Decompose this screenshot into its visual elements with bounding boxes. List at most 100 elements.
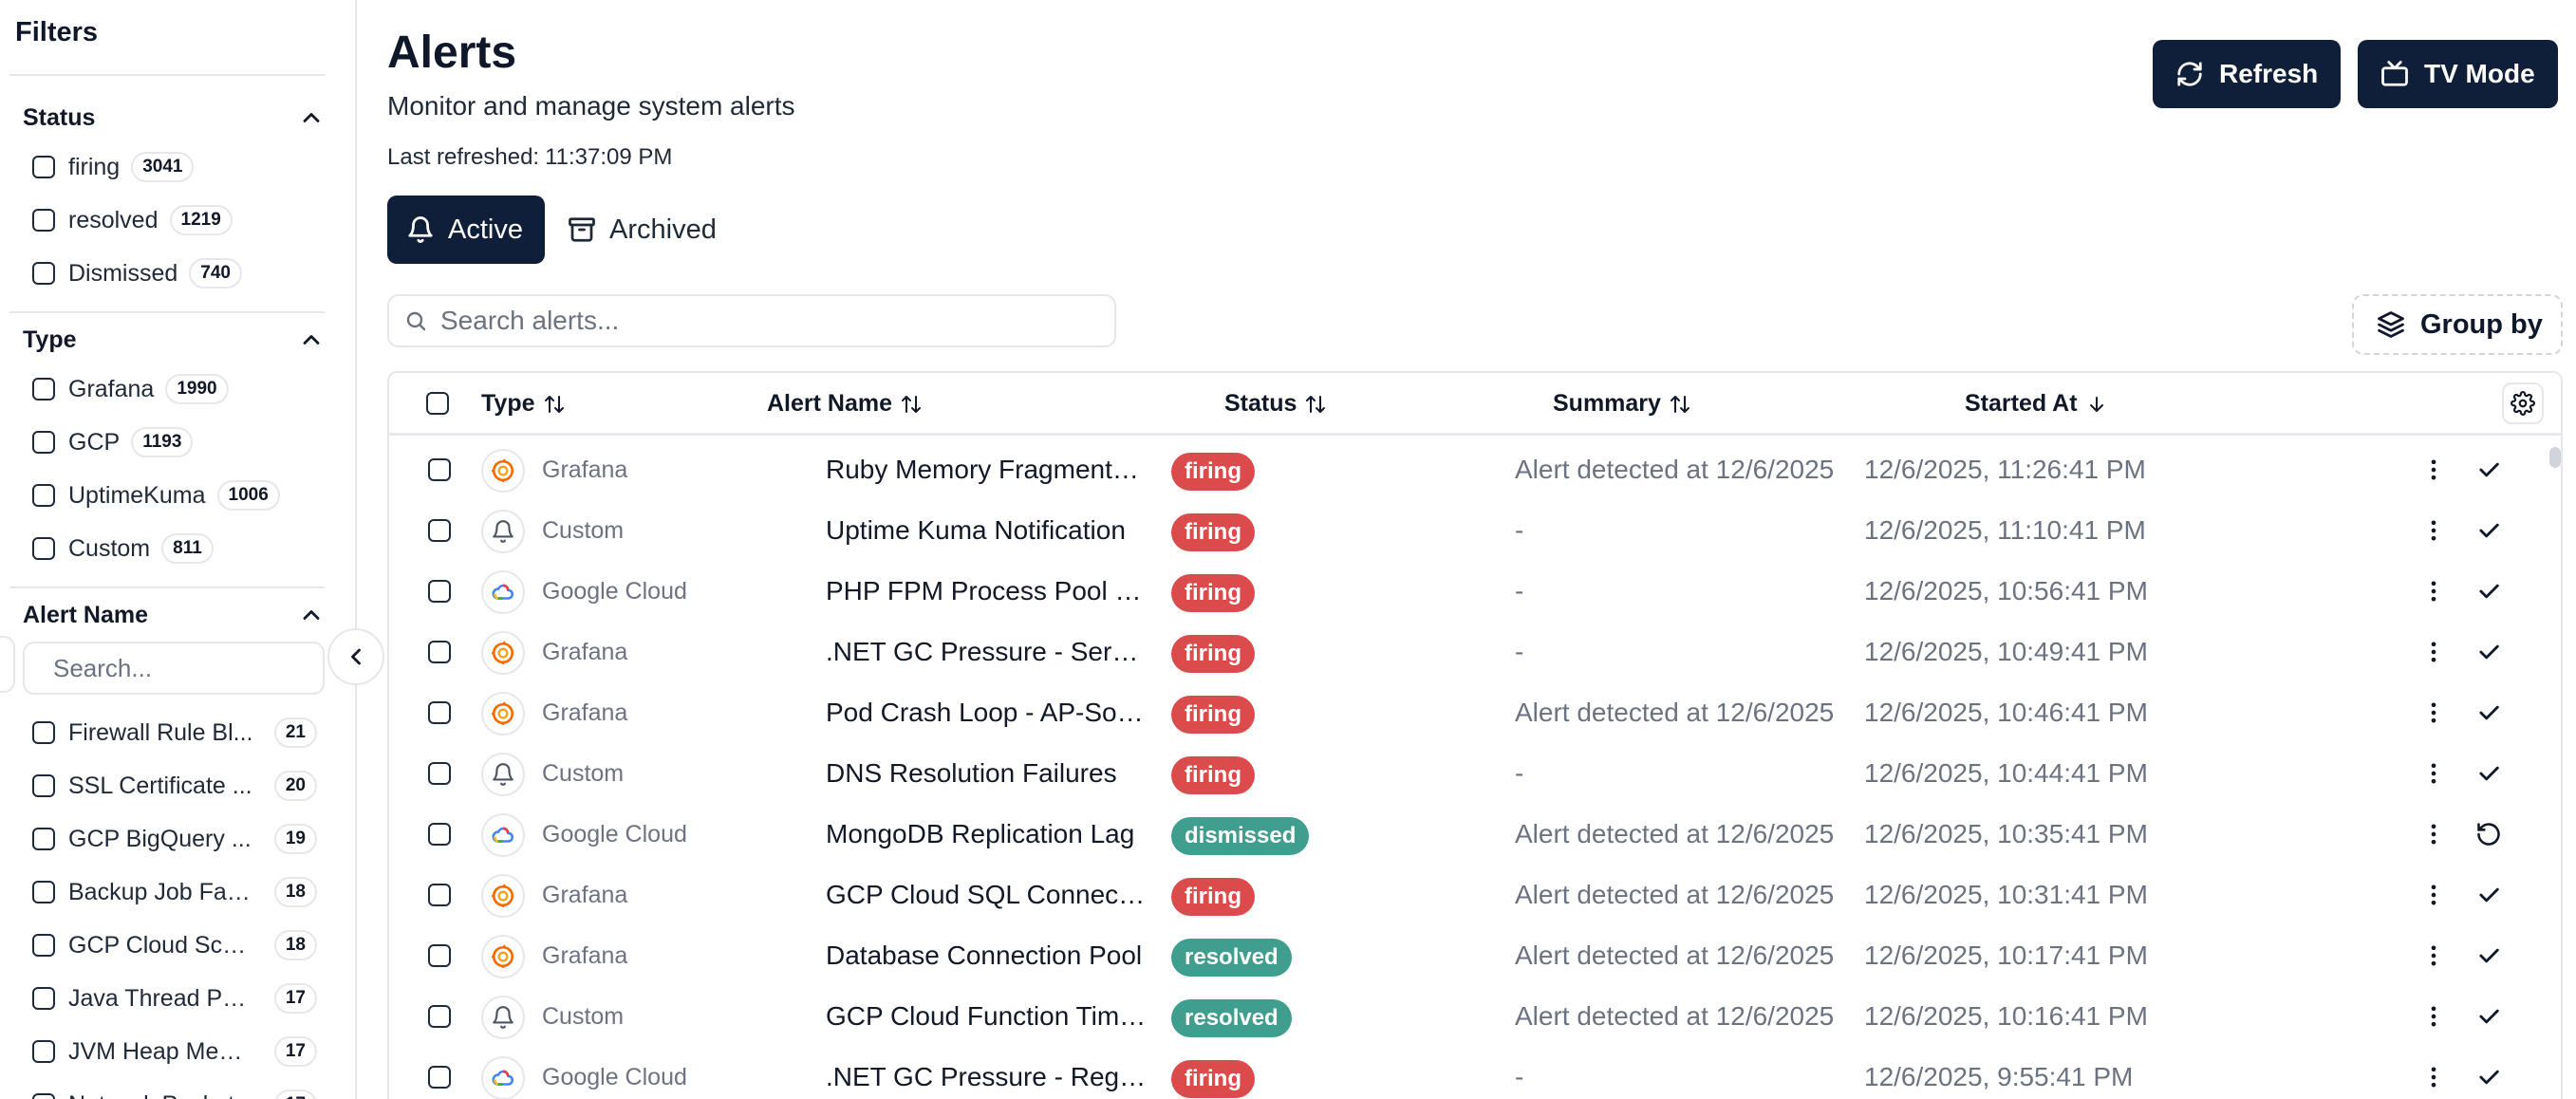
check-icon[interactable] <box>2473 698 2504 728</box>
row-checkbox[interactable] <box>428 884 451 906</box>
alert-name[interactable]: Pod Crash Loop - AP-South <box>826 698 1148 728</box>
table-row[interactable]: Grafana Database Connection Pool resolved A… <box>389 925 2561 986</box>
alert-name[interactable]: GCP Cloud Function Timeout <box>826 1001 1148 1032</box>
alert-name[interactable]: PHP FPM Process Pool Exhausted <box>826 576 1148 606</box>
checkbox[interactable] <box>32 721 55 744</box>
more-options-icon[interactable] <box>2418 880 2449 910</box>
table-scrollbar[interactable] <box>2546 436 2561 1099</box>
more-options-icon[interactable] <box>2418 819 2449 849</box>
checkbox[interactable] <box>32 484 55 507</box>
more-options-icon[interactable] <box>2418 576 2449 606</box>
filter-alert-name[interactable]: GCP BigQuery ... 19 <box>32 820 317 858</box>
search-alerts-input[interactable]: Search alerts... <box>387 294 1116 347</box>
scrollbar-thumb[interactable] <box>2549 447 2561 468</box>
checkbox[interactable] <box>32 1040 55 1063</box>
checkbox[interactable] <box>32 262 55 285</box>
row-checkbox[interactable] <box>428 580 451 603</box>
status-section-header[interactable]: Status <box>23 99 325 137</box>
filter-alert-name[interactable]: Network Packet... 17 <box>32 1086 317 1099</box>
more-options-icon[interactable] <box>2418 455 2449 485</box>
filter-alert-name[interactable]: GCP Cloud Sch... 18 <box>32 926 317 964</box>
row-checkbox[interactable] <box>428 823 451 846</box>
row-checkbox[interactable] <box>428 458 451 481</box>
check-icon[interactable] <box>2473 941 2504 971</box>
table-row[interactable]: Grafana Ruby Memory Fragmentation firing Al… <box>389 439 2561 500</box>
group-by-button[interactable]: Group by <box>2352 294 2563 355</box>
more-options-icon[interactable] <box>2418 1001 2449 1032</box>
filter-type-custom[interactable]: Custom 811 <box>32 530 214 568</box>
filter-type-grafana[interactable]: Grafana 1990 <box>32 370 229 408</box>
restore-icon[interactable] <box>2473 819 2504 849</box>
filter-type-uptimekuma[interactable]: UptimeKuma 1006 <box>32 476 280 514</box>
checkbox[interactable] <box>32 934 55 957</box>
alert-name[interactable]: Uptime Kuma Notification <box>826 515 1148 546</box>
table-row[interactable]: Custom GCP Cloud Function Timeout resolved… <box>389 986 2561 1047</box>
checkbox[interactable] <box>32 881 55 903</box>
alert-name[interactable]: MongoDB Replication Lag <box>826 819 1148 849</box>
filter-alert-name[interactable]: SSL Certificate ... 20 <box>32 767 317 805</box>
tab-archived[interactable]: Archived <box>568 196 717 264</box>
refresh-button[interactable]: Refresh <box>2153 40 2342 108</box>
alert-name[interactable]: Database Connection Pool <box>826 941 1148 971</box>
row-checkbox[interactable] <box>428 519 451 542</box>
checkbox[interactable] <box>32 1093 55 1099</box>
column-type[interactable]: Type <box>481 390 566 418</box>
checkbox[interactable] <box>32 828 55 850</box>
alert-name[interactable]: GCP Cloud SQL Connections <box>826 880 1148 910</box>
column-alert-name[interactable]: Alert Name <box>767 390 923 418</box>
more-options-icon[interactable] <box>2418 698 2449 728</box>
row-checkbox[interactable] <box>428 1005 451 1028</box>
table-row[interactable]: Google Cloud .NET GC Pressure - Region fir… <box>389 1047 2561 1099</box>
column-started-at[interactable]: Started At <box>1965 390 2108 418</box>
tab-active[interactable]: Active <box>387 196 545 264</box>
table-row[interactable]: Google Cloud PHP FPM Process Pool Exhaust… <box>389 561 2561 622</box>
select-all-checkbox[interactable] <box>426 392 449 415</box>
filter-alert-name[interactable]: Java Thread Po... 17 <box>32 979 317 1017</box>
checkbox[interactable] <box>32 378 55 400</box>
table-row[interactable]: Grafana Pod Crash Loop - AP-South firing Al… <box>389 682 2561 743</box>
table-row[interactable]: Google Cloud MongoDB Replication Lag dismi… <box>389 804 2561 865</box>
check-icon[interactable] <box>2473 455 2504 485</box>
filter-alert-name[interactable]: Firewall Rule Bl... 21 <box>32 714 317 752</box>
alert-name[interactable]: .NET GC Pressure - Region <box>826 1062 1148 1092</box>
table-row[interactable]: Grafana GCP Cloud SQL Connections firing Al… <box>389 865 2561 925</box>
check-icon[interactable] <box>2473 637 2504 667</box>
column-settings-button[interactable] <box>2502 382 2544 424</box>
table-row[interactable]: Grafana .NET GC Pressure - Service firing -… <box>389 622 2561 682</box>
more-options-icon[interactable] <box>2418 637 2449 667</box>
more-options-icon[interactable] <box>2418 1062 2449 1092</box>
check-icon[interactable] <box>2473 880 2504 910</box>
checkbox[interactable] <box>32 431 55 454</box>
tv-mode-button[interactable]: TV Mode <box>2358 40 2558 108</box>
table-row[interactable]: Custom DNS Resolution Failures firing - 12/6… <box>389 743 2561 804</box>
check-icon[interactable] <box>2473 1062 2504 1092</box>
row-checkbox[interactable] <box>428 944 451 967</box>
row-checkbox[interactable] <box>428 762 451 785</box>
check-icon[interactable] <box>2473 576 2504 606</box>
type-section-header[interactable]: Type <box>23 321 325 359</box>
alert-name[interactable]: Ruby Memory Fragmentation <box>826 455 1148 485</box>
filter-status-dismissed[interactable]: Dismissed 740 <box>32 254 242 292</box>
filter-status-resolved[interactable]: resolved 1219 <box>32 201 233 239</box>
checkbox[interactable] <box>32 537 55 560</box>
row-checkbox[interactable] <box>428 701 451 724</box>
more-options-icon[interactable] <box>2418 941 2449 971</box>
alert-name-section-header[interactable]: Alert Name <box>23 596 325 634</box>
check-icon[interactable] <box>2473 758 2504 789</box>
checkbox[interactable] <box>32 774 55 797</box>
column-status[interactable]: Status <box>1224 390 1327 418</box>
checkbox[interactable] <box>32 209 55 232</box>
check-icon[interactable] <box>2473 1001 2504 1032</box>
more-options-icon[interactable] <box>2418 758 2449 789</box>
checkbox[interactable] <box>32 156 55 178</box>
alert-name[interactable]: DNS Resolution Failures <box>826 758 1148 789</box>
filter-status-firing[interactable]: firing 3041 <box>32 148 195 186</box>
table-row[interactable]: Custom Uptime Kuma Notification firing - 12/… <box>389 500 2561 561</box>
column-summary[interactable]: Summary <box>1553 390 1691 418</box>
row-checkbox[interactable] <box>428 641 451 663</box>
check-icon[interactable] <box>2473 515 2504 546</box>
row-checkbox[interactable] <box>428 1066 451 1089</box>
checkbox[interactable] <box>32 987 55 1010</box>
more-options-icon[interactable] <box>2418 515 2449 546</box>
filter-type-gcp[interactable]: GCP 1193 <box>32 423 194 461</box>
